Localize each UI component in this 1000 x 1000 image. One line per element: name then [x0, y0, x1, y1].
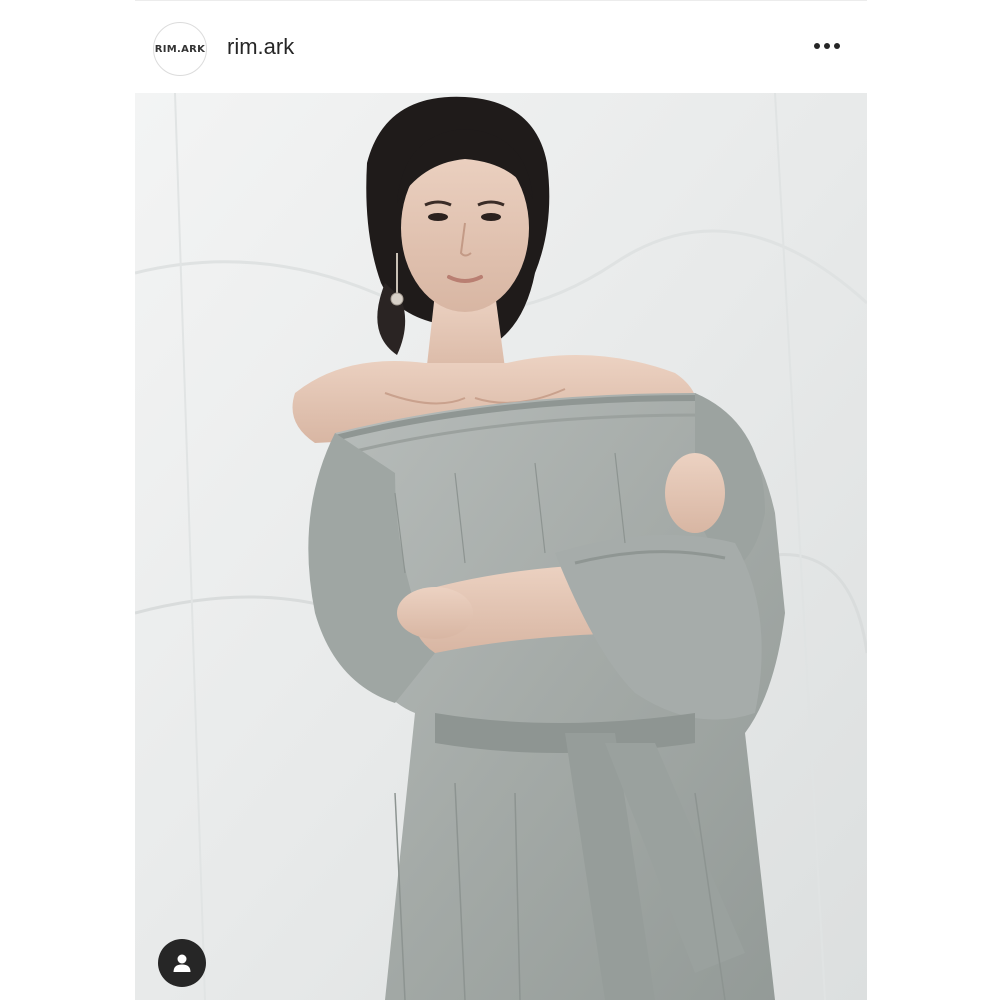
person-icon: [173, 954, 191, 972]
post-photo[interactable]: [135, 93, 867, 1000]
tagged-users-button[interactable]: [158, 939, 206, 987]
post-header: RIM.ARK rim.ark: [135, 0, 867, 93]
more-options-button[interactable]: [809, 32, 845, 60]
more-options-icon: [814, 43, 840, 49]
model-in-off-shoulder-dress-image: [135, 93, 867, 1000]
avatar-logo-text: RIM.ARK: [154, 43, 206, 55]
instagram-post: RIM.ARK rim.ark: [0, 0, 1000, 1000]
account-avatar[interactable]: RIM.ARK: [153, 22, 207, 76]
account-username[interactable]: rim.ark: [227, 34, 294, 60]
